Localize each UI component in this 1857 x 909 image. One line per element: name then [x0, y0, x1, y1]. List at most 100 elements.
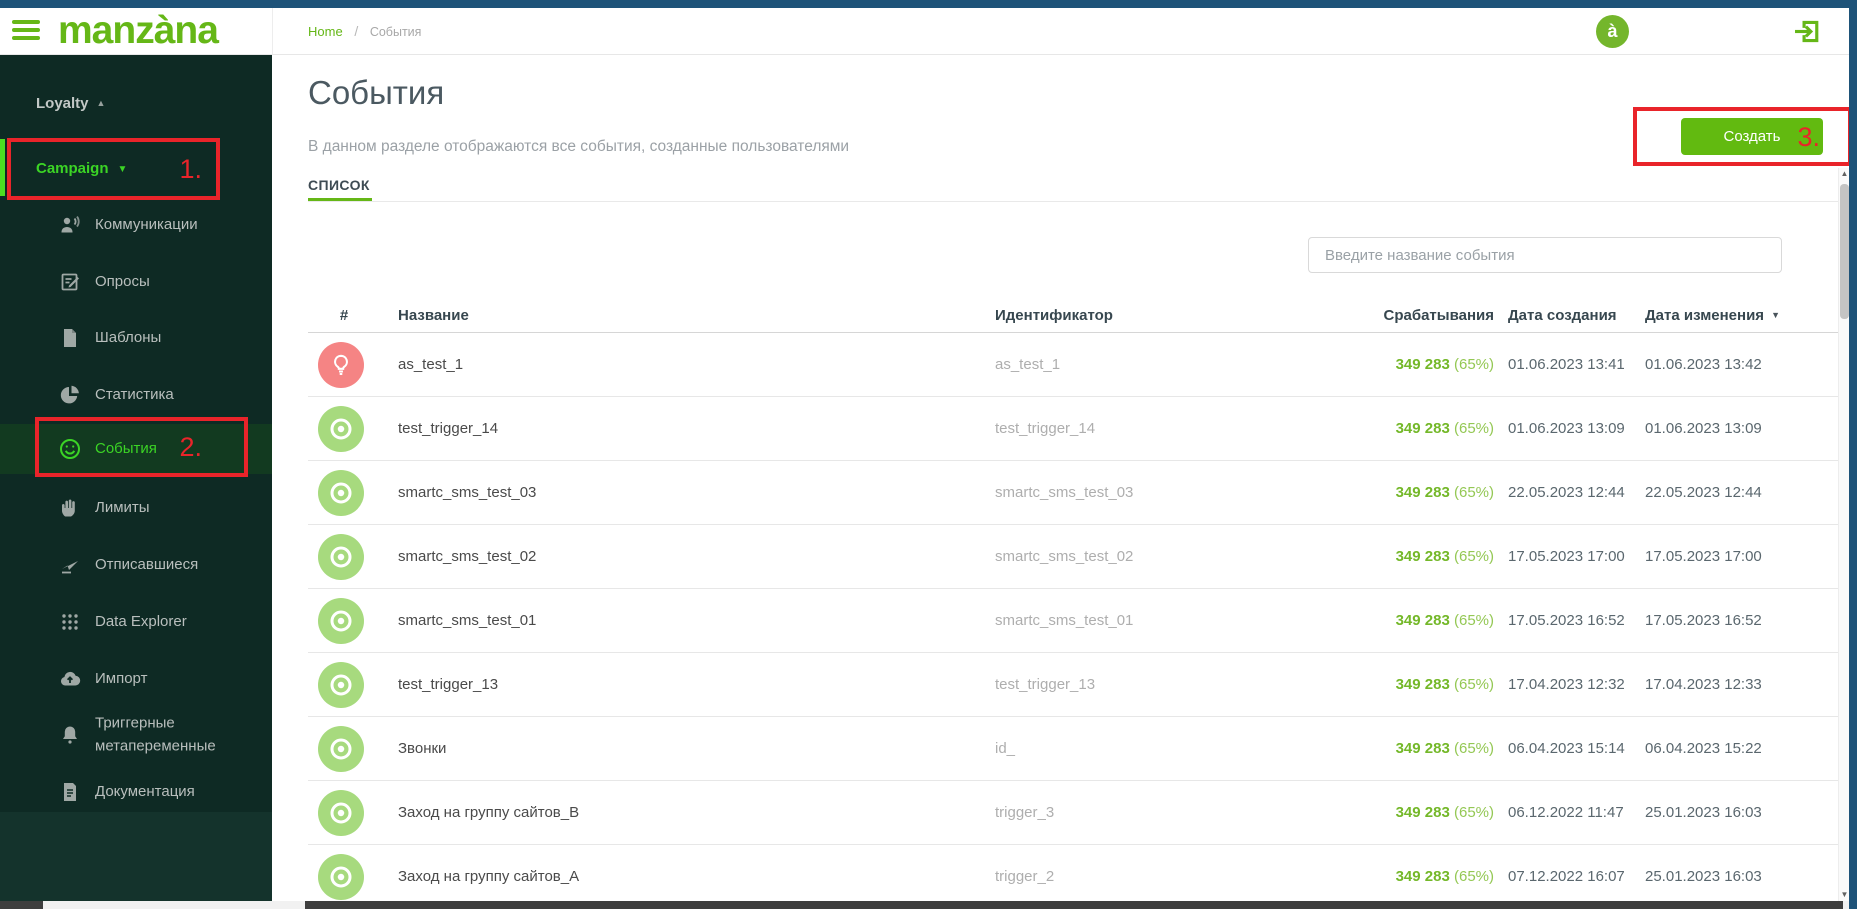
- event-identifier: test_trigger_13: [995, 676, 1096, 693]
- column-header-number[interactable]: #: [334, 299, 354, 332]
- sidebar: Loyalty ▲ Campaign ▼ Коммуникации Опросы Ш…: [0, 55, 272, 909]
- table-row[interactable]: as_test_1 as_test_1 349 283 (65%) 01.06.…: [308, 333, 1843, 397]
- event-identifier: smartc_sms_test_02: [995, 548, 1134, 565]
- caret-down-icon: ▼: [117, 164, 128, 175]
- event-created: 17.05.2023 17:00: [1508, 548, 1625, 565]
- breadcrumb: Home / События: [308, 8, 421, 54]
- sidebar-item-data-explorer[interactable]: Data Explorer: [0, 602, 272, 642]
- event-name: test_trigger_13: [398, 676, 499, 693]
- event-name: smartc_sms_test_02: [398, 548, 537, 565]
- event-triggers: 349 283 (65%): [1395, 868, 1494, 885]
- event-created: 17.05.2023 16:52: [1508, 612, 1625, 629]
- page-subtitle: В данном разделе отображаются все событи…: [308, 138, 850, 155]
- event-triggers: 349 283 (65%): [1395, 420, 1494, 437]
- target-icon: [318, 598, 364, 644]
- event-modified: 25.01.2023 16:03: [1645, 868, 1762, 885]
- event-identifier: id_: [995, 740, 1016, 757]
- table-row[interactable]: smartc_sms_test_03 smartc_sms_test_03 34…: [308, 461, 1843, 525]
- event-created: 17.04.2023 12:32: [1508, 676, 1625, 693]
- logout-icon[interactable]: [1792, 17, 1821, 46]
- events-smiley-icon: [58, 437, 82, 461]
- sidebar-item-documentation[interactable]: Документация: [0, 772, 272, 812]
- user-avatar[interactable]: à: [1596, 15, 1629, 48]
- target-icon: [318, 406, 364, 452]
- column-header-identifier[interactable]: Идентификатор: [995, 299, 1113, 332]
- table-row[interactable]: test_trigger_13 test_trigger_13 349 283 …: [308, 653, 1843, 717]
- event-triggers: 349 283 (65%): [1395, 612, 1494, 629]
- page-title: События: [308, 74, 445, 111]
- table-row[interactable]: smartc_sms_test_01 smartc_sms_test_01 34…: [308, 589, 1843, 653]
- sidebar-item-statistics[interactable]: Статистика: [0, 375, 272, 415]
- tab-rule: [308, 201, 1843, 202]
- templates-icon: [58, 326, 82, 350]
- search-input[interactable]: [1308, 237, 1782, 273]
- import-cloud-icon: [58, 667, 82, 691]
- target-icon: [318, 470, 364, 516]
- bulb-icon: [318, 342, 364, 388]
- event-modified: 01.06.2023 13:42: [1645, 356, 1762, 373]
- event-modified: 22.05.2023 12:44: [1645, 484, 1762, 501]
- column-header-created[interactable]: Дата создания: [1508, 299, 1617, 332]
- target-icon: [318, 534, 364, 580]
- sidebar-item-trigger-metavariables[interactable]: Триггерные метапеременные: [0, 705, 272, 765]
- sidebar-item-communications[interactable]: Коммуникации: [0, 205, 272, 245]
- event-created: 06.04.2023 15:14: [1508, 740, 1625, 757]
- event-identifier: as_test_1: [995, 356, 1061, 373]
- event-triggers: 349 283 (65%): [1395, 484, 1494, 501]
- event-name: smartc_sms_test_01: [398, 612, 537, 629]
- event-triggers: 349 283 (65%): [1395, 676, 1494, 693]
- event-created: 01.06.2023 13:09: [1508, 420, 1625, 437]
- sidebar-item-import[interactable]: Импорт: [0, 659, 272, 699]
- event-identifier: trigger_3: [995, 804, 1055, 821]
- horizontal-scrollbar-thumb[interactable]: [305, 901, 1843, 909]
- event-name: smartc_sms_test_03: [398, 484, 537, 501]
- event-triggers: 349 283 (65%): [1395, 548, 1494, 565]
- event-modified: 06.04.2023 15:22: [1645, 740, 1762, 757]
- breadcrumb-current: События: [369, 25, 422, 39]
- sidebar-item-limits[interactable]: Лимиты: [0, 488, 272, 528]
- table-row[interactable]: Заход на группу сайтов_A trigger_2 349 2…: [308, 845, 1843, 909]
- breadcrumb-home-link[interactable]: Home: [308, 24, 343, 39]
- event-modified: 01.06.2023 13:09: [1645, 420, 1762, 437]
- tab-list[interactable]: СПИСОК: [308, 177, 370, 193]
- breadcrumb-separator: /: [354, 23, 359, 39]
- event-name: Заход на группу сайтов_A: [398, 868, 580, 885]
- event-created: 06.12.2022 11:47: [1508, 804, 1624, 821]
- sidebar-item-surveys[interactable]: Опросы: [0, 262, 272, 302]
- target-icon: [318, 726, 364, 772]
- trigger-bell-icon: [58, 723, 82, 747]
- event-created: 22.05.2023 12:44: [1508, 484, 1625, 501]
- vertical-scrollbar-thumb[interactable]: [1840, 184, 1849, 319]
- hamburger-menu-icon[interactable]: [12, 20, 40, 42]
- header-divider: [272, 8, 273, 54]
- window-frame-top: [0, 0, 1857, 8]
- create-button[interactable]: Создать: [1681, 118, 1823, 155]
- event-modified: 17.05.2023 16:52: [1645, 612, 1762, 629]
- sidebar-item-events[interactable]: События: [0, 424, 272, 474]
- column-header-triggers[interactable]: Срабатывания: [1238, 299, 1494, 332]
- app-header: manzàna Home / События à: [0, 8, 1849, 55]
- logo[interactable]: manzàna: [58, 9, 219, 53]
- table-row[interactable]: Звонки id_ 349 283 (65%) 06.04.2023 15:1…: [308, 717, 1843, 781]
- active-section-indicator: [0, 139, 5, 196]
- sort-desc-icon: ▼: [1771, 310, 1780, 320]
- sidebar-section-loyalty[interactable]: Loyalty ▲: [36, 95, 105, 112]
- sidebar-section-campaign[interactable]: Campaign ▼: [36, 160, 127, 177]
- vertical-scrollbar[interactable]: ▲ ▼: [1838, 168, 1849, 901]
- events-table: as_test_1 as_test_1 349 283 (65%) 01.06.…: [308, 333, 1843, 909]
- table-row[interactable]: Заход на группу сайтов_B trigger_3 349 2…: [308, 781, 1843, 845]
- horizontal-scrollbar[interactable]: [0, 901, 1857, 909]
- table-row[interactable]: smartc_sms_test_02 smartc_sms_test_02 34…: [308, 525, 1843, 589]
- surveys-icon: [58, 270, 82, 294]
- column-header-name[interactable]: Название: [398, 299, 469, 332]
- table-row[interactable]: test_trigger_14 test_trigger_14 349 283 …: [308, 397, 1843, 461]
- documentation-icon: [58, 780, 82, 804]
- sidebar-item-templates[interactable]: Шаблоны: [0, 318, 272, 358]
- column-header-modified[interactable]: Дата изменения ▼: [1645, 299, 1780, 332]
- event-identifier: test_trigger_14: [995, 420, 1096, 437]
- sidebar-item-unsubscribed[interactable]: Отписавшиеся: [0, 545, 272, 585]
- event-modified: 25.01.2023 16:03: [1645, 804, 1762, 821]
- event-name: Звонки: [398, 740, 447, 757]
- event-identifier: smartc_sms_test_01: [995, 612, 1134, 629]
- data-explorer-grid-icon: [58, 610, 82, 634]
